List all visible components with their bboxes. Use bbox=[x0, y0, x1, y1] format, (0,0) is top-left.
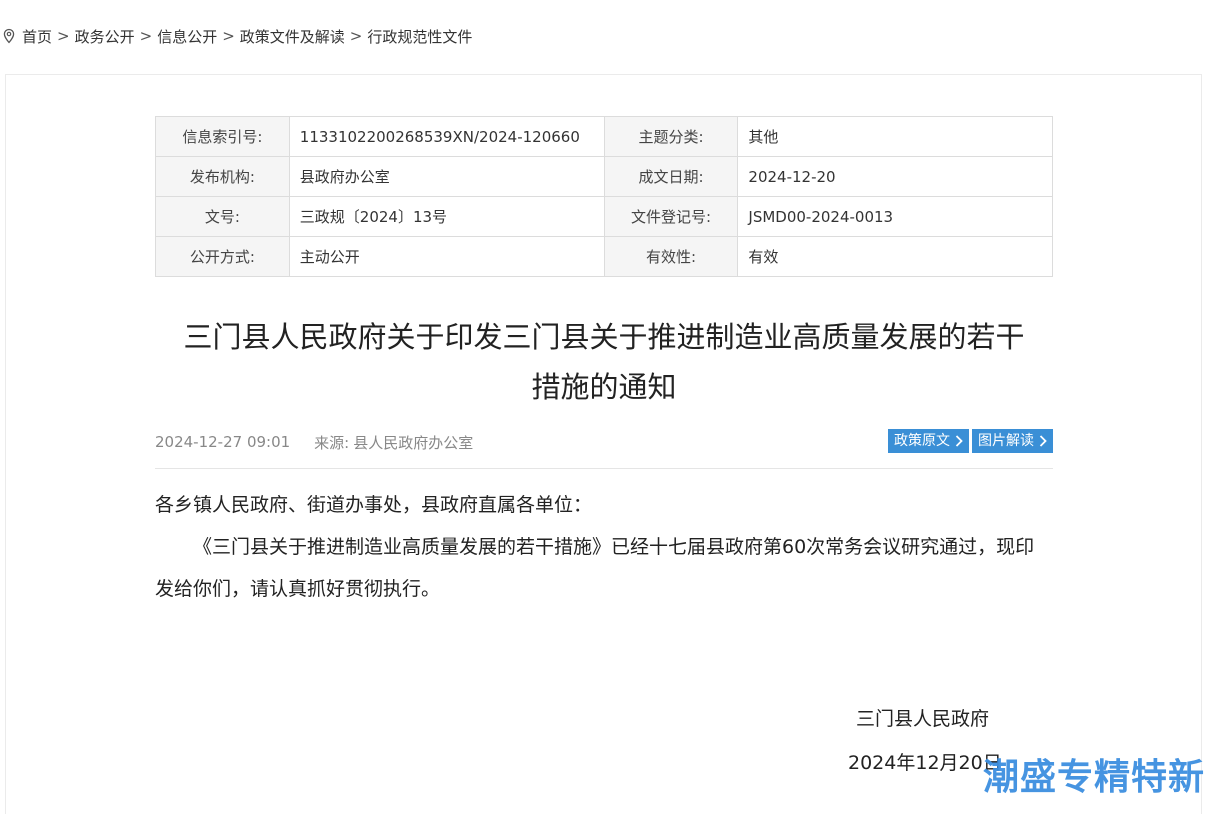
meta-value-registration: JSMD00-2024-0013 bbox=[737, 196, 1053, 237]
meta-label-index: 信息索引号: bbox=[155, 116, 290, 157]
meta-value-validity: 有效 bbox=[737, 236, 1053, 277]
meta-row: 公开方式: 主动公开 有效性: 有效 bbox=[155, 236, 1053, 277]
meta-label-disclosure-mode: 公开方式: bbox=[155, 236, 290, 277]
meta-row: 文号: 三政规〔2024〕13号 文件登记号: JSMD00-2024-0013 bbox=[155, 196, 1053, 237]
policy-original-label: 政策原文 bbox=[894, 433, 950, 449]
document-info-row: 2024-12-27 09:01 来源: 县人民政府办公室 政策原文 图片解读 bbox=[155, 428, 1053, 456]
salutation: 各乡镇人民政府、街道办事处，县政府直属各单位： bbox=[155, 494, 593, 516]
document-title: 三门县人民政府关于印发三门县关于推进制造业高质量发展的若干 措施的通知 bbox=[155, 312, 1053, 412]
meta-value-index: 1133102200268539XN/2024-120660 bbox=[288, 116, 605, 157]
meta-label-written-date: 成文日期: bbox=[603, 156, 739, 197]
document-meta-table: 信息索引号: 1133102200268539XN/2024-120660 主题… bbox=[155, 116, 1053, 277]
signature-date: 2024年12月20日 bbox=[848, 752, 1002, 774]
divider bbox=[155, 468, 1053, 469]
policy-original-button[interactable]: 政策原文 bbox=[888, 429, 969, 453]
meta-label-registration: 文件登记号: bbox=[603, 196, 739, 237]
meta-value-disclosure-mode: 主动公开 bbox=[288, 236, 605, 277]
meta-label-publisher: 发布机构: bbox=[155, 156, 290, 197]
breadcrumb-separator: > bbox=[139, 27, 153, 45]
title-line-2: 措施的通知 bbox=[531, 370, 677, 404]
body-paragraph: 《三门县关于推进制造业高质量发展的若干措施》已经十七届县政府第60次常务会议研究… bbox=[155, 536, 1035, 600]
location-pin-icon bbox=[3, 28, 15, 44]
meta-label-doc-number: 文号: bbox=[155, 196, 290, 237]
source-label: 来源: bbox=[314, 433, 350, 452]
document-actions: 政策原文 图片解读 bbox=[888, 429, 1053, 453]
breadcrumb-info-disclosure[interactable]: 信息公开 bbox=[157, 26, 217, 47]
breadcrumb-policy-docs[interactable]: 政策文件及解读 bbox=[240, 26, 345, 47]
breadcrumb-normative-docs[interactable]: 行政规范性文件 bbox=[367, 26, 472, 47]
breadcrumb-home[interactable]: 首页 bbox=[22, 26, 52, 47]
meta-value-written-date: 2024-12-20 bbox=[737, 156, 1053, 197]
meta-label-validity: 有效性: bbox=[603, 236, 739, 277]
breadcrumb: 首页 > 政务公开 > 信息公开 > 政策文件及解读 > 行政规范性文件 bbox=[0, 24, 472, 48]
breadcrumb-separator: > bbox=[349, 27, 363, 45]
source-value: 县人民政府办公室 bbox=[353, 433, 474, 452]
breadcrumb-separator: > bbox=[222, 27, 235, 45]
title-line-1: 三门县人民政府关于印发三门县关于推进制造业高质量发展的若干 bbox=[183, 320, 1025, 354]
meta-row: 发布机构: 县政府办公室 成文日期: 2024-12-20 bbox=[155, 156, 1053, 197]
watermark-text: 潮盛专精特新 bbox=[982, 757, 1205, 798]
meta-value-topic: 其他 bbox=[737, 116, 1053, 157]
publish-time: 2024-12-27 09:01 bbox=[155, 433, 291, 451]
image-interpretation-button[interactable]: 图片解读 bbox=[972, 429, 1053, 453]
breadcrumb-gov-affairs[interactable]: 政务公开 bbox=[75, 26, 135, 47]
meta-row: 信息索引号: 1133102200268539XN/2024-120660 主题… bbox=[155, 116, 1053, 157]
chevron-right-icon bbox=[955, 435, 963, 447]
signature-organization: 三门县人民政府 bbox=[856, 708, 990, 730]
breadcrumb-separator: > bbox=[57, 27, 70, 45]
chevron-right-icon bbox=[1039, 435, 1047, 447]
document-body: 各乡镇人民政府、街道办事处，县政府直属各单位： 《三门县关于推进制造业高质量发展… bbox=[155, 484, 1053, 610]
meta-value-publisher: 县政府办公室 bbox=[288, 156, 605, 197]
image-interpretation-label: 图片解读 bbox=[978, 433, 1034, 449]
meta-value-doc-number: 三政规〔2024〕13号 bbox=[288, 196, 605, 237]
meta-label-topic: 主题分类: bbox=[603, 116, 739, 157]
